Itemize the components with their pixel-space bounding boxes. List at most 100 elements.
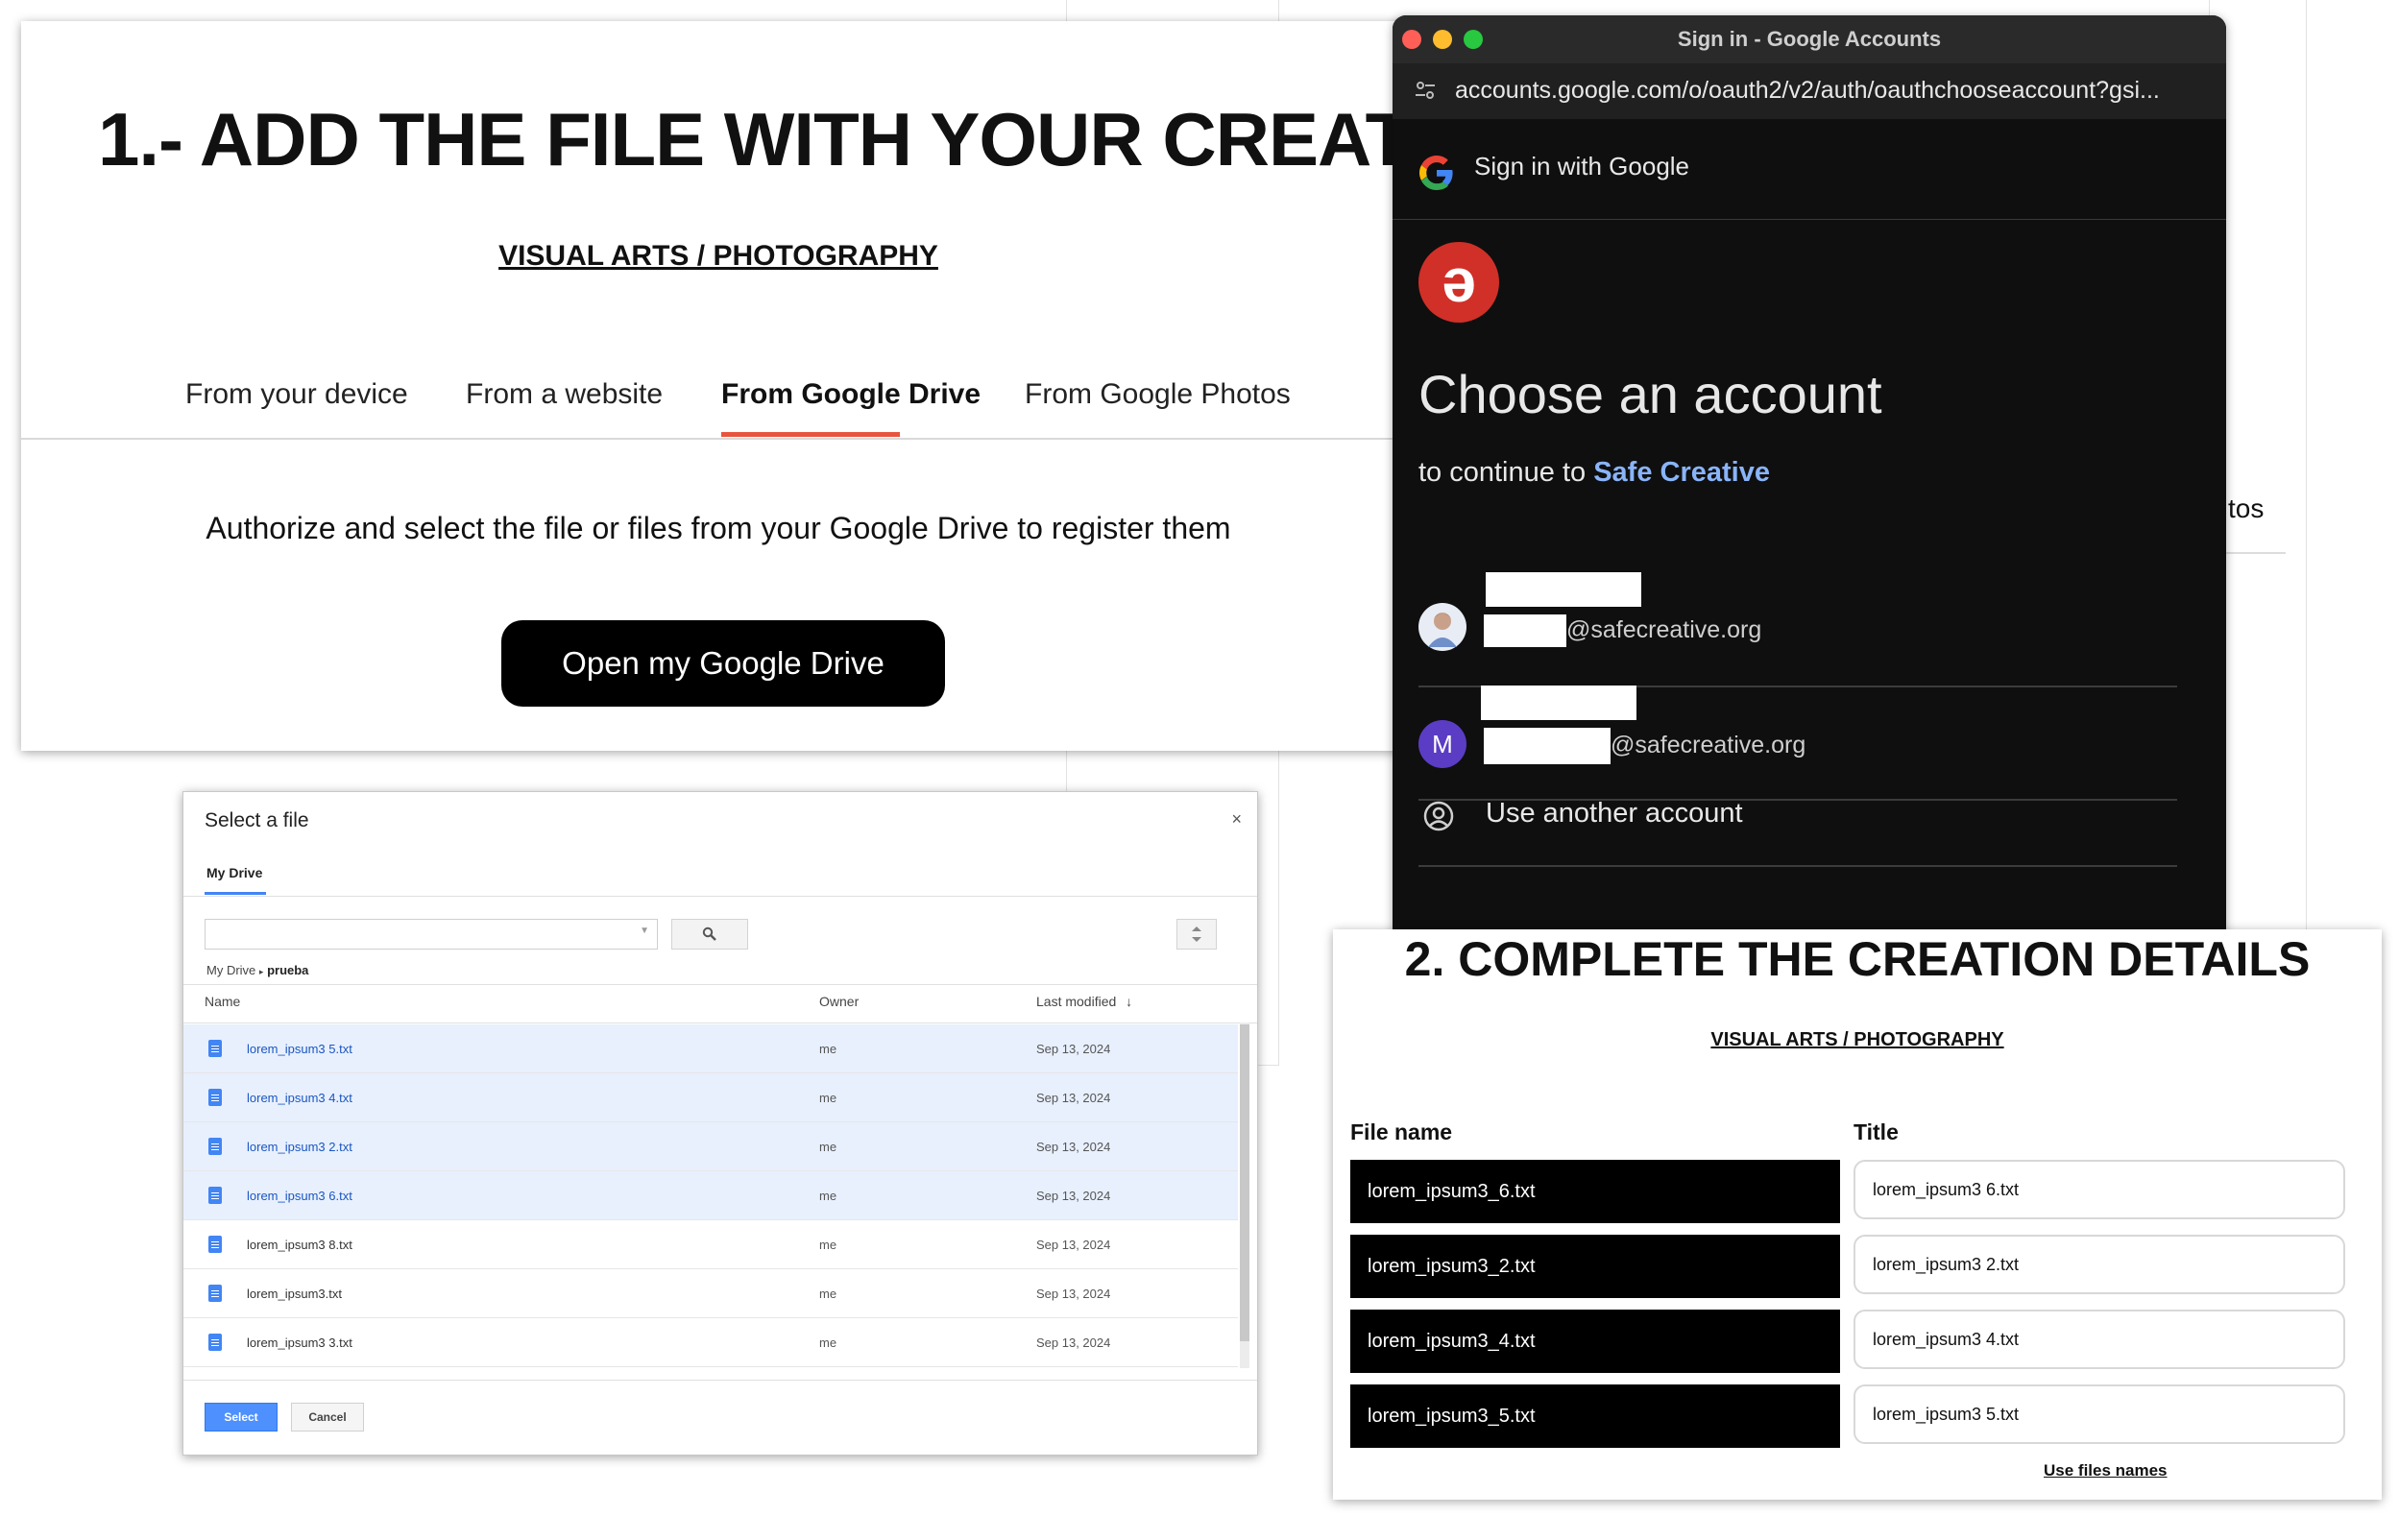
search-button[interactable] (671, 919, 748, 950)
signin-with-google-label: Sign in with Google (1474, 152, 1690, 180)
redacted-name (1481, 686, 1636, 720)
file-owner: me (819, 1335, 837, 1350)
section-title: 2. COMPLETE THE CREATION DETAILS (1404, 932, 2311, 986)
file-name: lorem_ipsum3 8.txt (247, 1238, 352, 1252)
file-row[interactable]: lorem_ipsum3 8.txt me Sep 13, 2024 (183, 1220, 1238, 1269)
address-bar[interactable]: accounts.google.com/o/oauth2/v2/auth/oau… (1393, 63, 2226, 119)
add-file-panel: 1.- ADD THE FILE WITH YOUR CREATION VISU… (21, 21, 1541, 751)
breadcrumb: My Drive ▸ prueba (206, 963, 308, 977)
scrollbar-thumb[interactable] (1240, 1024, 1249, 1341)
creation-row: lorem_ipsum3_6.txt (1350, 1160, 2349, 1223)
title-input[interactable] (1854, 1235, 2345, 1294)
column-header-last-modified[interactable]: Last modified ↓ (1036, 994, 1132, 1009)
file-modified: Sep 13, 2024 (1036, 1238, 1111, 1252)
tab-from-device[interactable]: From your device (185, 378, 408, 411)
account-option-1[interactable]: @safecreative.org (1418, 572, 2177, 687)
file-row[interactable]: lorem_ipsum3 5.txt me Sep 13, 2024 (183, 1024, 1238, 1073)
google-signin-window: Sign in - Google Accounts accounts.googl… (1393, 15, 2226, 937)
person-circle-icon (1422, 800, 1455, 837)
category-link[interactable]: VISUAL ARTS / PHOTOGRAPHY (21, 240, 1416, 273)
use-file-names-link[interactable]: Use files names (2044, 1461, 2168, 1480)
file-modified: Sep 13, 2024 (1036, 1287, 1111, 1301)
avatar: M (1418, 720, 1466, 768)
search-input[interactable]: ▼ (205, 919, 658, 950)
redacted-email-user (1484, 728, 1611, 764)
select-button[interactable]: Select (205, 1403, 278, 1432)
divider (183, 984, 1257, 985)
file-row[interactable]: lorem_ipsum3 4.txt me Sep 13, 2024 (183, 1073, 1238, 1122)
column-header-label: Last modified (1036, 994, 1117, 1009)
file-owner: me (819, 1091, 837, 1105)
tab-from-google-drive[interactable]: From Google Drive (721, 378, 981, 411)
account-email-domain: @safecreative.org (1566, 616, 1762, 643)
account-email-domain: @safecreative.org (1611, 732, 1806, 758)
redacted-name (1486, 572, 1641, 607)
file-name-cell: lorem_ipsum3_5.txt (1350, 1384, 1840, 1448)
title-input[interactable] (1854, 1310, 2345, 1369)
breadcrumb-root[interactable]: My Drive (206, 963, 255, 977)
open-google-drive-button[interactable]: Open my Google Drive (501, 620, 945, 707)
file-modified: Sep 13, 2024 (1036, 1091, 1111, 1105)
document-icon (208, 1040, 222, 1057)
redacted-email-user (1484, 614, 1566, 647)
site-settings-icon[interactable] (1414, 79, 1437, 102)
file-name: lorem_ipsum3.txt (247, 1287, 342, 1301)
file-row[interactable]: lorem_ipsum3 3.txt me Sep 13, 2024 (183, 1318, 1238, 1367)
continue-to-text: to continue to Safe Creative (1418, 457, 1770, 489)
file-name: lorem_ipsum3 2.txt (247, 1140, 352, 1154)
url-text: accounts.google.com/o/oauth2/v2/auth/oau… (1455, 77, 2160, 104)
active-tab-indicator (205, 892, 266, 895)
file-name-cell: lorem_ipsum3_6.txt (1350, 1160, 1840, 1223)
file-owner: me (819, 1189, 837, 1203)
creation-row: lorem_ipsum3_2.txt (1350, 1235, 2349, 1298)
tabs-divider (21, 438, 1416, 440)
use-another-account-option[interactable]: Use another account (1418, 779, 2177, 867)
tab-from-website[interactable]: From a website (466, 378, 663, 411)
picker-title: Select a file (205, 809, 309, 831)
file-owner: me (819, 1042, 837, 1056)
breadcrumb-separator-icon: ▸ (258, 967, 264, 976)
file-owner: me (819, 1140, 837, 1154)
column-header-name[interactable]: Name (205, 994, 240, 1009)
file-owner: me (819, 1238, 837, 1252)
file-row[interactable]: lorem_ipsum3 2.txt me Sep 13, 2024 (183, 1122, 1238, 1171)
document-icon (208, 1138, 222, 1155)
column-header-file-name: File name (1350, 1119, 1453, 1144)
drive-file-picker: Select a file × My Drive ▼ My Drive ▸ pr… (182, 791, 1258, 1456)
file-name: lorem_ipsum3 3.txt (247, 1335, 352, 1350)
background-partial-text: tos (2228, 493, 2265, 523)
file-name: lorem_ipsum3 5.txt (247, 1042, 352, 1056)
creation-details-panel: 2. COMPLETE THE CREATION DETAILS VISUAL … (1333, 929, 2382, 1500)
chevron-down-icon[interactable]: ▼ (640, 926, 649, 936)
continue-prefix: to continue to (1418, 457, 1594, 488)
view-settings-button[interactable] (1176, 919, 1217, 950)
document-icon (208, 1236, 222, 1253)
file-row[interactable]: lorem_ipsum3.txt me Sep 13, 2024 (183, 1269, 1238, 1318)
page-title: 1.- ADD THE FILE WITH YOUR CREATION (98, 97, 1541, 181)
search-icon (702, 926, 716, 941)
breadcrumb-current: prueba (267, 963, 309, 977)
title-input[interactable] (1854, 1160, 2345, 1219)
tab-my-drive[interactable]: My Drive (206, 865, 262, 880)
cancel-button[interactable]: Cancel (291, 1403, 364, 1432)
column-header-owner[interactable]: Owner (819, 994, 859, 1009)
column-header-title: Title (1854, 1119, 1899, 1144)
file-modified: Sep 13, 2024 (1036, 1189, 1111, 1203)
title-input[interactable] (1854, 1384, 2345, 1444)
close-icon[interactable]: × (1231, 809, 1242, 830)
app-name-link[interactable]: Safe Creative (1593, 457, 1770, 488)
category-link[interactable]: VISUAL ARTS / PHOTOGRAPHY (1333, 1029, 2382, 1051)
instructions-text: Authorize and select the file or files f… (206, 511, 1231, 545)
use-another-account-label: Use another account (1486, 798, 1743, 829)
file-name: lorem_ipsum3 4.txt (247, 1091, 352, 1105)
document-icon (208, 1089, 222, 1106)
file-modified: Sep 13, 2024 (1036, 1042, 1111, 1056)
file-row[interactable]: lorem_ipsum3 6.txt me Sep 13, 2024 (183, 1171, 1238, 1220)
tab-from-google-photos[interactable]: From Google Photos (1025, 378, 1291, 411)
file-name-cell: lorem_ipsum3_2.txt (1350, 1235, 1840, 1298)
document-icon (208, 1285, 222, 1302)
file-name: lorem_ipsum3 6.txt (247, 1189, 352, 1203)
document-icon (208, 1334, 222, 1351)
sort-icon (1192, 926, 1201, 942)
file-owner: me (819, 1287, 837, 1301)
